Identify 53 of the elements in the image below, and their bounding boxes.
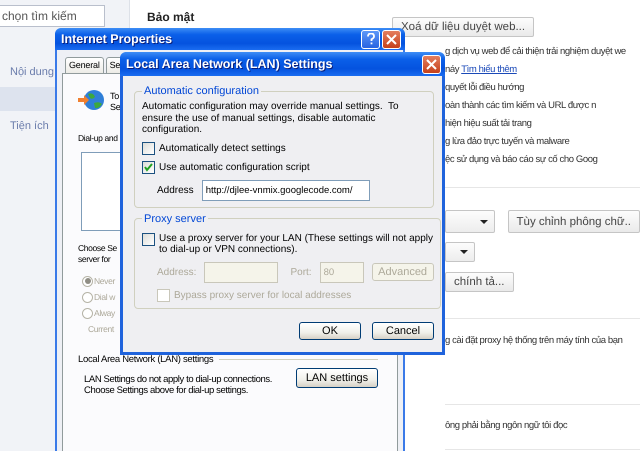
window-title: Internet Properties [61,32,172,46]
search-field[interactable]: chọn tìm kiếm [0,5,105,27]
checkbox[interactable] [142,142,155,154]
lan-settings-button[interactable]: LAN settings [296,368,378,388]
learn-more-link[interactable]: Tìm hiểu thêm [461,64,517,75]
caret-icon [460,250,468,254]
radio-label: Dial w [94,292,116,302]
address-field[interactable]: http://djlee-vnmix.googlecode.com/ [202,180,370,200]
privacy-option-text: quyết lỗi điều hướng [445,80,526,95]
radio-label: Never [94,276,115,286]
dial-up-label: Dial-up and [78,133,118,143]
close-icon [386,34,397,44]
customize-fonts-button[interactable]: Tùy chỉnh phông chữ.. [508,210,640,233]
caret-icon [480,220,488,224]
privacy-option-text: g dịch vụ web để cải thiện trải nghiệm duyệt we [445,45,627,59]
address-label: Address: [157,266,196,278]
privacy-option-text: náy Tìm hiểu thêm [445,63,518,77]
privacy-option-text: g lừa đảo trực tuyến và malware [445,135,570,149]
privacy-option-text: oàn thành các tìm kiếm và URL được n [445,99,597,113]
privacy-option-text: hiện hiệu suất tải trang [445,117,533,131]
configuration-note: Automatic configuration may override manual settings. To ensure the use of manual settings, disable automatic configuration. [142,101,400,136]
tab[interactable]: General [65,57,104,73]
clear-data-button[interactable]: Xoá dữ liệu duyệt web... [392,17,534,37]
group-label: Automatic configuration [143,85,260,97]
section-heading: Bảo mật [147,10,196,25]
language-text: ông phải bằng ngôn ngữ tôi đọc [445,419,568,433]
spell-check-button[interactable]: chính tả... [445,272,514,292]
globe-arrow-icon [78,89,105,111]
help-icon [364,33,376,45]
window-title: Local Area Network (LAN) Settings [126,57,333,71]
font-size-dropdown[interactable] [445,242,475,262]
current-label: Current [88,324,114,334]
checkbox-label: Use automatic configuration script [159,162,310,172]
checkbox-label: Use a proxy server for your LAN (These settings will not apply to dial-up or VPN connections). [159,232,434,256]
port-label: Port: [290,266,312,278]
address-label: Address [157,184,194,196]
group-label: Proxy server [143,212,207,224]
checkbox[interactable] [142,160,155,174]
setup-text: To Se [110,90,120,113]
lan-info-text: LAN Settings do not apply to dial-up connections. Choose Settings above for dial-up settings. [84,373,272,396]
privacy-option-text: ệc sử dụng và báo cáo sự cố cho Goog [445,153,599,167]
checkbox-label: Bypass proxy server for local addresses [174,290,352,300]
close-button[interactable] [422,54,441,74]
checkbox-label: Automatically detect settings [159,142,286,154]
ok-button[interactable]: OK [299,322,361,340]
group-label: Local Area Network (LAN) settings [78,354,214,365]
close-button[interactable] [382,30,401,48]
radio-label: Alway [94,308,115,318]
close-icon [426,58,437,70]
network-text: g cài đặt proxy hệ thống trên máy tính của bạn [445,334,624,348]
cancel-button[interactable]: Cancel [372,322,434,340]
choose-settings-text: Choose Se server for [78,242,117,265]
help-button[interactable] [361,30,380,48]
